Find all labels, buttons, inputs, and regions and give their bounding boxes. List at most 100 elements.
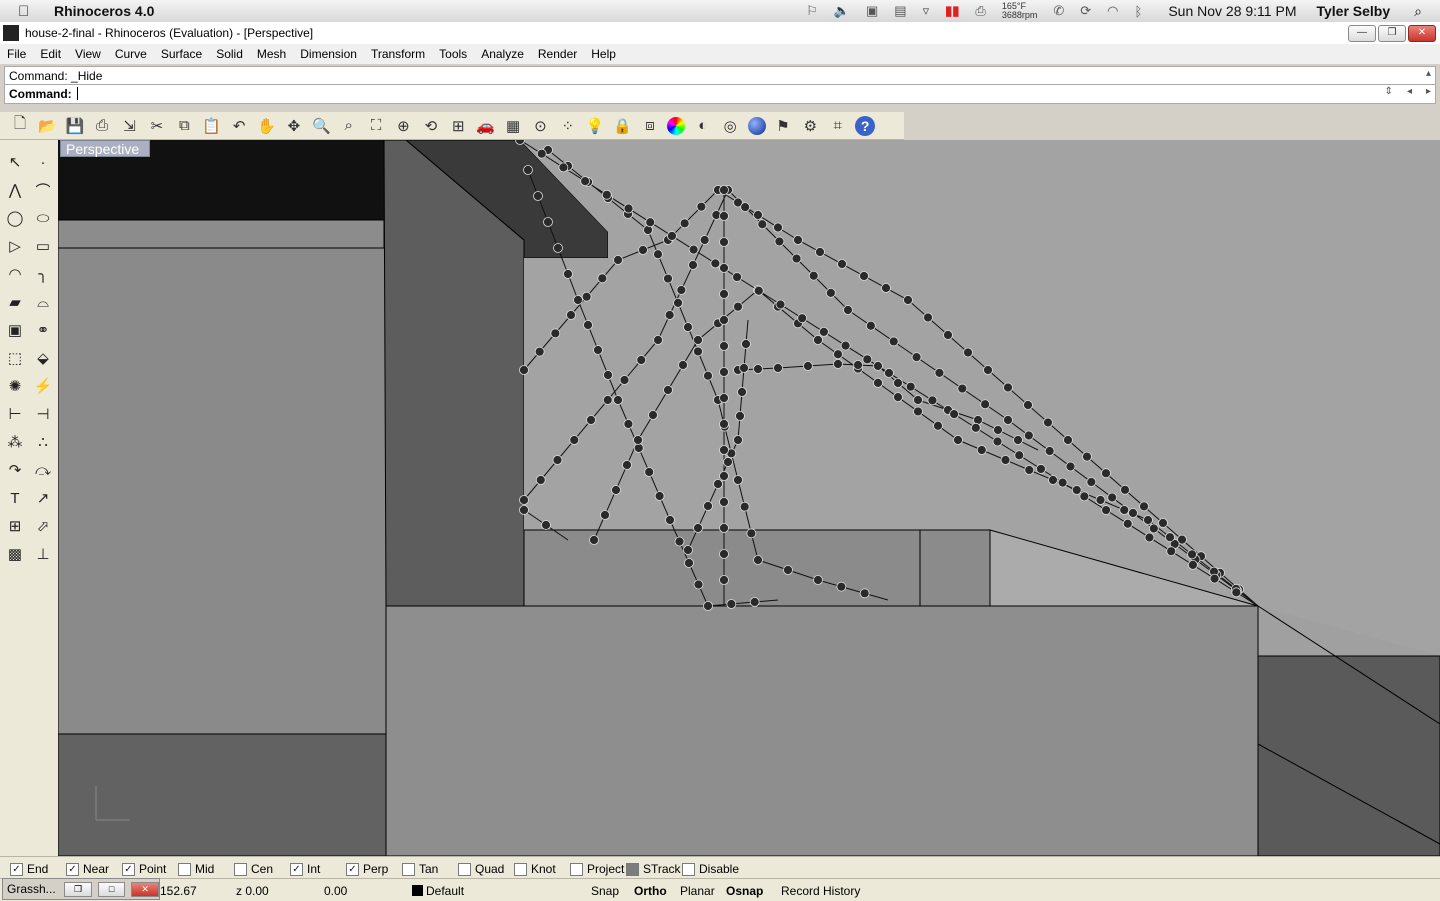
control-point[interactable] bbox=[719, 367, 729, 377]
new-icon[interactable]: 🗋 bbox=[10, 115, 30, 136]
control-point[interactable] bbox=[678, 360, 688, 370]
osnap-tan[interactable]: Tan bbox=[402, 862, 438, 876]
control-point[interactable] bbox=[739, 501, 750, 512]
render-mesh-icon[interactable]: ▩ bbox=[5, 544, 25, 564]
grasshopper-minimized-window[interactable]: Grassh... ❐ □ ✕ bbox=[2, 878, 160, 900]
control-point[interactable] bbox=[1044, 446, 1055, 456]
control-point[interactable] bbox=[552, 455, 563, 465]
control-point[interactable] bbox=[684, 558, 694, 568]
control-point[interactable] bbox=[534, 346, 545, 357]
control-point[interactable] bbox=[1023, 430, 1034, 441]
control-point[interactable] bbox=[753, 210, 763, 220]
control-point[interactable] bbox=[837, 259, 847, 269]
osnap-checkbox[interactable]: ✓ bbox=[122, 862, 135, 876]
wifi-icon[interactable]: ◠ bbox=[1107, 3, 1118, 19]
trim-icon[interactable]: ⊢ bbox=[5, 404, 25, 424]
user-name[interactable]: Tyler Selby bbox=[1316, 3, 1390, 19]
control-point[interactable] bbox=[753, 555, 763, 565]
control-point[interactable] bbox=[583, 320, 593, 330]
control-point[interactable] bbox=[853, 360, 863, 370]
control-point[interactable] bbox=[797, 313, 808, 324]
control-point[interactable] bbox=[719, 523, 729, 533]
control-point[interactable] bbox=[1139, 501, 1149, 512]
osnap-perp[interactable]: ✓ Perp bbox=[346, 862, 388, 876]
sync-icon[interactable]: ⟳ bbox=[1080, 3, 1091, 19]
control-point[interactable] bbox=[753, 285, 764, 296]
control-point[interactable] bbox=[703, 501, 713, 511]
control-point[interactable] bbox=[840, 340, 851, 351]
grasshopper-maximize-button[interactable]: □ bbox=[97, 881, 126, 897]
menu-curve[interactable]: Curve bbox=[108, 47, 154, 61]
control-point[interactable] bbox=[1036, 464, 1046, 474]
zoom-selected-icon[interactable]: ⊕ bbox=[393, 116, 413, 136]
control-point[interactable] bbox=[737, 387, 747, 397]
control-point[interactable] bbox=[693, 579, 704, 590]
control-point[interactable] bbox=[773, 363, 783, 373]
osnap-checkbox[interactable]: ✓ bbox=[346, 862, 359, 876]
control-point[interactable] bbox=[873, 361, 883, 371]
control-point[interactable] bbox=[603, 370, 613, 380]
control-point[interactable] bbox=[1148, 523, 1159, 534]
control-point[interactable] bbox=[1187, 549, 1197, 560]
viewport-title-tab[interactable]: Perspective bbox=[60, 140, 150, 157]
control-point[interactable] bbox=[862, 354, 873, 365]
save-icon[interactable]: 💾 bbox=[65, 116, 85, 136]
control-point[interactable] bbox=[719, 419, 729, 429]
control-point[interactable] bbox=[602, 395, 613, 405]
dropdown-icon[interactable]: ▿ bbox=[923, 3, 930, 19]
osnap-point[interactable]: ✓ Point bbox=[122, 862, 166, 876]
control-point[interactable] bbox=[881, 283, 891, 293]
control-point[interactable] bbox=[644, 467, 655, 477]
bluetooth-icon[interactable]: ᛒ bbox=[1135, 4, 1143, 19]
control-point[interactable] bbox=[913, 406, 923, 417]
control-point[interactable] bbox=[1082, 451, 1092, 462]
control-point[interactable] bbox=[519, 365, 529, 375]
control-point[interactable] bbox=[696, 201, 707, 212]
control-point[interactable] bbox=[1209, 573, 1220, 584]
control-point[interactable] bbox=[663, 385, 673, 395]
revolve-icon[interactable]: ⬙ bbox=[33, 348, 53, 368]
control-point[interactable] bbox=[713, 479, 723, 489]
layer-icon[interactable]: ⧈ bbox=[640, 116, 660, 136]
menu-help[interactable]: Help bbox=[584, 47, 623, 61]
help-icon[interactable]: ? bbox=[855, 115, 876, 136]
control-point[interactable] bbox=[1095, 495, 1106, 505]
control-point[interactable] bbox=[638, 245, 648, 255]
osnap-checkbox[interactable] bbox=[626, 862, 639, 876]
control-point[interactable] bbox=[523, 165, 533, 175]
osnap-icon[interactable]: ⊙ bbox=[530, 116, 550, 136]
control-point[interactable] bbox=[903, 295, 913, 305]
control-point[interactable] bbox=[992, 436, 1003, 447]
control-point[interactable] bbox=[893, 378, 903, 388]
osnap-cen[interactable]: Cen bbox=[234, 862, 273, 876]
control-point[interactable] bbox=[733, 475, 743, 485]
control-point[interactable] bbox=[719, 237, 729, 247]
control-point[interactable] bbox=[558, 162, 569, 173]
control-point[interactable] bbox=[719, 445, 729, 455]
control-point[interactable] bbox=[719, 315, 729, 325]
cut-icon[interactable]: ✂ bbox=[147, 116, 167, 136]
rotate-view-icon[interactable]: ✥ bbox=[284, 116, 304, 136]
array-grid-icon[interactable]: ⊞ bbox=[5, 516, 25, 536]
osnap-checkbox[interactable]: ✓ bbox=[10, 862, 23, 876]
rotate-icon[interactable]: ⟲ bbox=[421, 116, 441, 136]
control-point[interactable] bbox=[1048, 475, 1058, 485]
clipboard-icon[interactable]: ▤ bbox=[894, 3, 906, 19]
app-name[interactable]: Rhinoceros 4.0 bbox=[54, 3, 154, 19]
control-point[interactable] bbox=[683, 545, 693, 555]
control-point[interactable] bbox=[563, 269, 573, 279]
control-point[interactable] bbox=[653, 249, 663, 260]
pan-icon[interactable]: ✋ bbox=[257, 116, 277, 136]
mesh-icon[interactable]: ✺ bbox=[5, 376, 25, 396]
lock-icon[interactable]: 🔒 bbox=[613, 116, 633, 136]
control-point[interactable] bbox=[791, 253, 802, 264]
point-icon[interactable]: · bbox=[33, 152, 53, 172]
control-point[interactable] bbox=[963, 347, 973, 358]
grid-icon[interactable]: ▦ bbox=[503, 116, 523, 136]
control-point[interactable] bbox=[589, 535, 599, 545]
clock[interactable]: Sun Nov 28 9:11 PM bbox=[1168, 3, 1296, 19]
copy-icon[interactable]: ⧉ bbox=[174, 116, 194, 136]
osnap-quad[interactable]: Quad bbox=[458, 862, 504, 876]
control-point[interactable] bbox=[733, 435, 743, 445]
control-point[interactable] bbox=[1003, 382, 1013, 393]
